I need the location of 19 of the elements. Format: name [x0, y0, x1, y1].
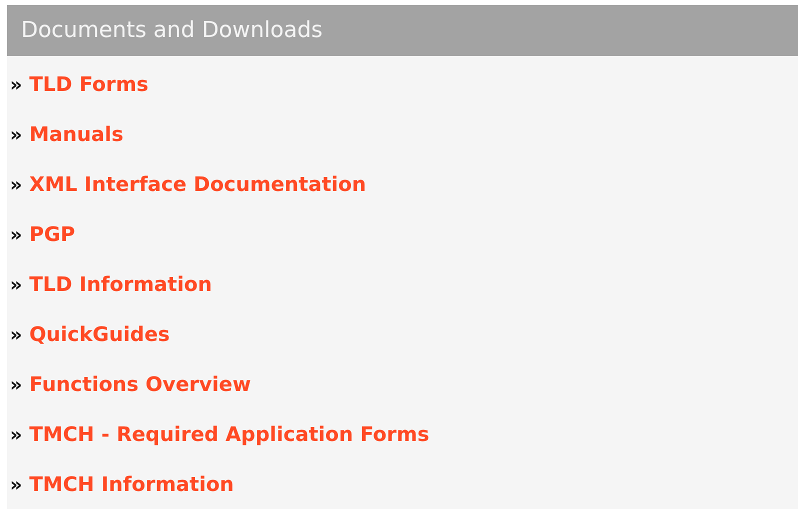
panel-title: Documents and Downloads: [21, 18, 323, 43]
bullet: »: [10, 324, 22, 346]
bullet: »: [10, 124, 22, 146]
bullet: »: [10, 424, 22, 446]
bullet: »: [10, 474, 22, 496]
bullet: »: [10, 224, 22, 246]
document-link[interactable]: QuickGuides: [29, 322, 170, 346]
document-link[interactable]: Manuals: [29, 122, 124, 146]
document-link[interactable]: Functions Overview: [29, 372, 251, 396]
document-link[interactable]: TLD Forms: [29, 72, 148, 96]
document-link[interactable]: TMCH - Required Application Forms: [29, 422, 430, 446]
bullet: »: [10, 374, 22, 396]
document-link[interactable]: TLD Information: [29, 272, 212, 296]
document-link[interactable]: TMCH Information: [29, 472, 234, 496]
bullet: »: [10, 174, 22, 196]
bullet: »: [10, 74, 22, 96]
document-link[interactable]: XML Interface Documentation: [29, 172, 366, 196]
document-link[interactable]: PGP: [29, 222, 76, 246]
bullet: »: [10, 274, 22, 296]
